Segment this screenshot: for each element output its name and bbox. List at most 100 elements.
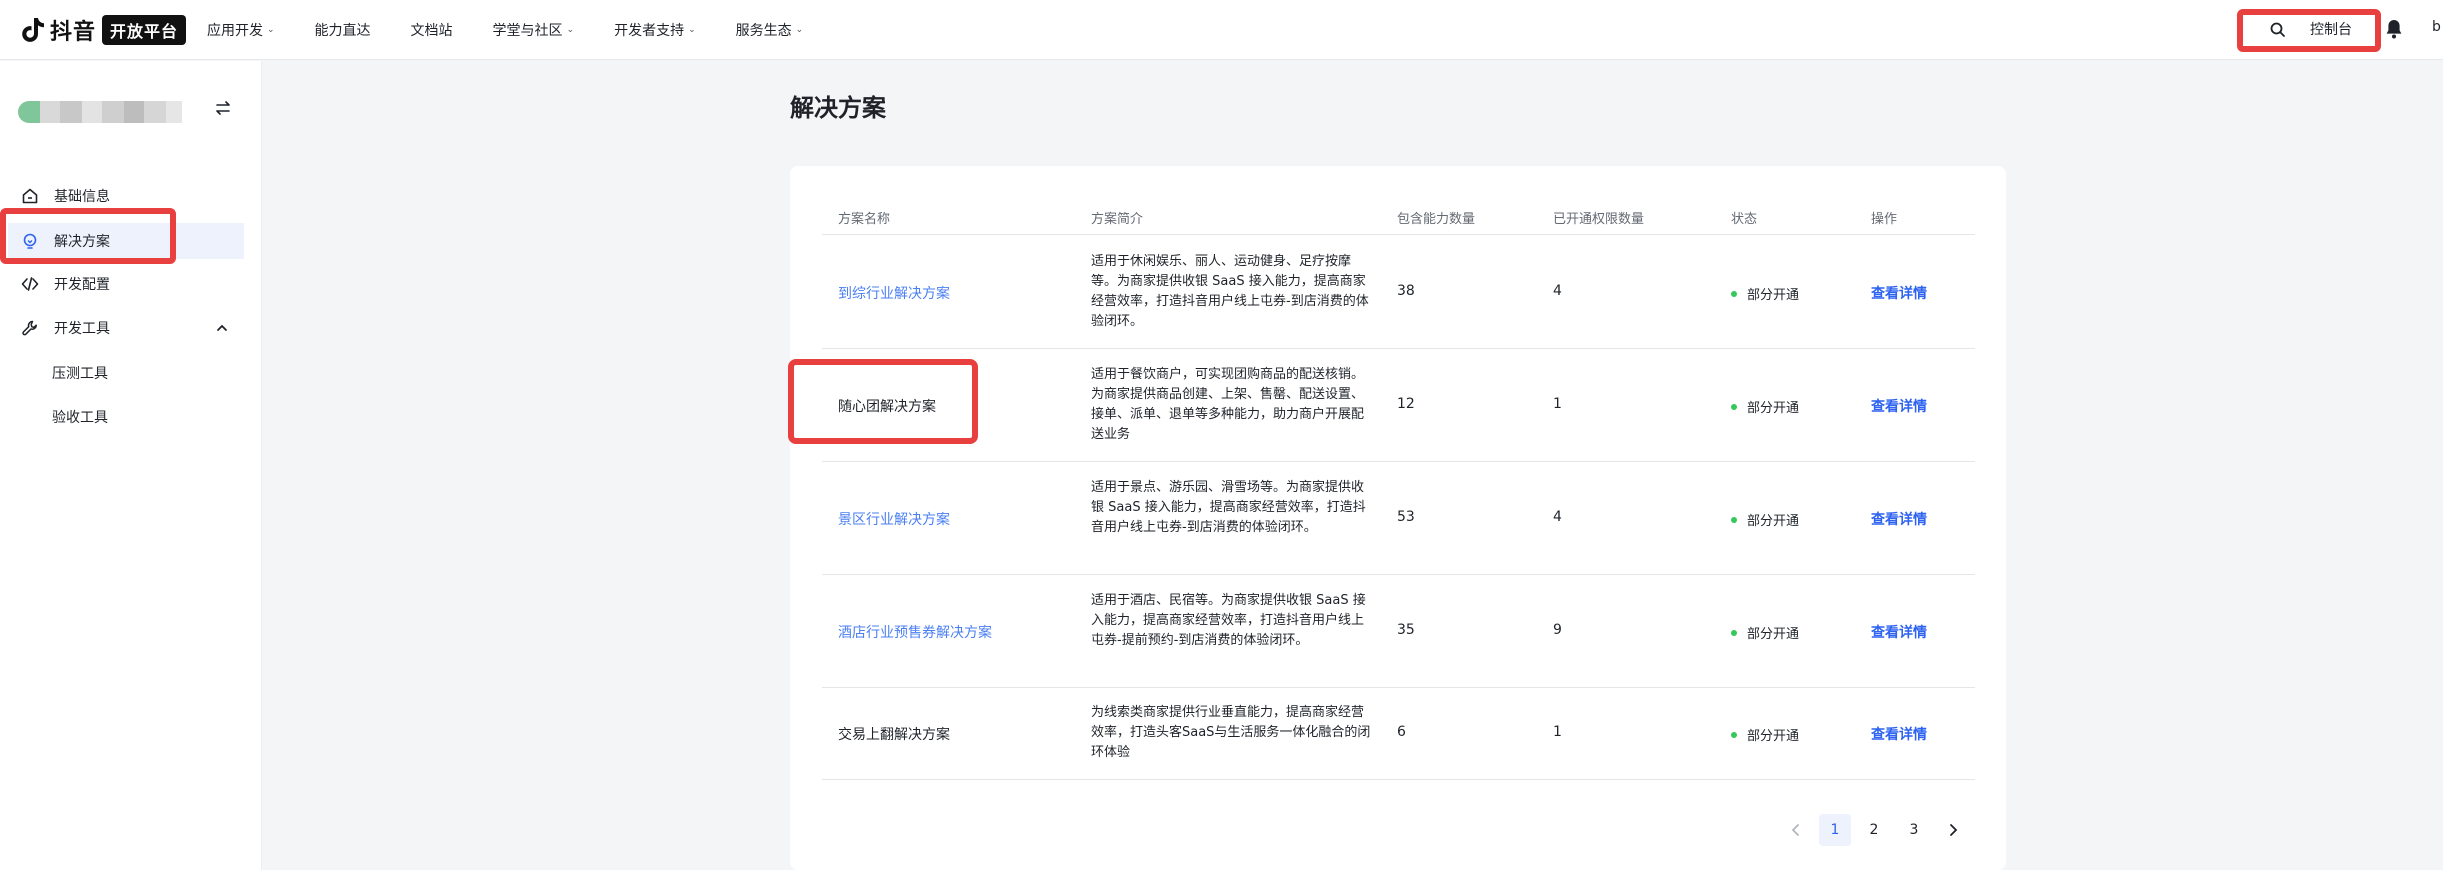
nav-label: 应用开发 (207, 23, 263, 39)
bell-icon[interactable] (2384, 18, 2404, 40)
col-header-status: 状态 (1731, 212, 1758, 227)
brand-name: 抖音 (50, 20, 97, 45)
row-divider (822, 687, 1975, 688)
chevron-up-icon[interactable] (214, 320, 230, 336)
status-badge: 部分开通 (1731, 284, 1799, 303)
view-detail-link[interactable]: 查看详情 (1871, 283, 1927, 303)
chevron-down-icon: ⌄ (267, 25, 275, 35)
main-nav: 应用开发 ⌄ 能力直达 文档站 学堂与社区 ⌄ 开发者支持 ⌄ 服务生态 ⌄ (207, 0, 843, 60)
chevron-down-icon: ⌄ (688, 25, 696, 35)
row-highlight-box (788, 359, 978, 444)
chevron-right-icon (1950, 824, 1958, 836)
status-badge: 部分开通 (1731, 725, 1799, 744)
status-label: 部分开通 (1747, 401, 1800, 416)
sidebar-item-label: 基础信息 (54, 189, 110, 205)
solution-desc: 适用于餐饮商户，可实现团购商品的配送核销。为商家提供商品创建、上架、售罄、配送设… (1091, 367, 1365, 442)
nav-label: 服务生态 (735, 23, 792, 39)
pagination-next[interactable] (1937, 814, 1969, 846)
nav-label: 能力直达 (314, 23, 371, 39)
ability-count: 12 (1397, 396, 1415, 412)
switch-app-icon[interactable] (212, 97, 234, 119)
solutions-highlight-box (0, 208, 176, 264)
nav-docs[interactable]: 文档站 (411, 20, 453, 40)
ability-count: 53 (1397, 509, 1415, 525)
chevron-down-icon: ⌄ (566, 25, 575, 35)
solution-desc: 为线索类商家提供行业垂直能力，提高商家经营效率，打造头客SaaS与生活服务一体化… (1091, 705, 1371, 760)
solution-name[interactable]: 交易上翻解决方案 (838, 724, 950, 744)
sidebar-item-label: 开发工具 (54, 321, 110, 337)
douyin-logo[interactable]: 抖音 开放平台 (20, 14, 187, 46)
granted-count: 1 (1553, 396, 1562, 412)
console-link[interactable]: 控制台 (2310, 19, 2352, 39)
sidebar-item-dev-tools[interactable]: 开发工具 (8, 310, 244, 346)
solution-name-link[interactable]: 酒店行业预售券解决方案 (838, 622, 992, 642)
col-header-action: 操作 (1871, 212, 1898, 227)
chevron-left-icon (1791, 824, 1799, 836)
nav-academy[interactable]: 学堂与社区 ⌄ (493, 20, 575, 40)
status-label: 部分开通 (1747, 627, 1800, 642)
row-divider (822, 461, 1975, 462)
status-badge: 部分开通 (1731, 510, 1799, 529)
solution-desc: 适用于酒店、民宿等。为商家提供收银 SaaS 接入能力，提高商家经营效率，打造抖… (1091, 593, 1366, 648)
nav-ability[interactable]: 能力直达 (315, 20, 371, 40)
search-icon[interactable] (2268, 20, 2288, 40)
solution-desc: 适用于景点、游乐园、滑雪场等。为商家提供收银 SaaS 接入能力，提高商家经营效… (1091, 480, 1366, 535)
nav-dev-support[interactable]: 开发者支持 ⌄ (614, 20, 696, 40)
pagination-page-3[interactable]: 3 (1898, 814, 1930, 846)
status-badge: 部分开通 (1731, 623, 1799, 642)
ability-count: 6 (1397, 724, 1406, 740)
col-header-abilities: 包含能力数量 (1397, 212, 1476, 227)
status-label: 部分开通 (1747, 729, 1800, 744)
view-detail-link[interactable]: 查看详情 (1871, 622, 1927, 642)
col-header-desc: 方案简介 (1091, 212, 1144, 227)
nav-label: 开发者支持 (614, 23, 685, 39)
app-avatar-blurred[interactable] (18, 101, 182, 123)
col-header-name: 方案名称 (838, 212, 891, 227)
sidebar-item-dev-config[interactable]: 开发配置 (8, 266, 244, 302)
chevron-down-icon: ⌄ (795, 25, 804, 35)
granted-count: 4 (1553, 509, 1562, 525)
nav-app-dev[interactable]: 应用开发 ⌄ (207, 20, 275, 40)
view-detail-link[interactable]: 查看详情 (1871, 396, 1927, 416)
view-detail-link[interactable]: 查看详情 (1871, 724, 1927, 744)
granted-count: 4 (1553, 283, 1562, 299)
status-dot (1731, 403, 1737, 410)
ability-count: 35 (1397, 622, 1415, 638)
status-dot (1731, 516, 1737, 523)
page-title: 解决方案 (790, 94, 886, 122)
solution-desc: 适用于休闲娱乐、丽人、运动健身、足疗按摩等。为商家提供收银 SaaS 接入能力，… (1091, 254, 1369, 329)
granted-count: 9 (1553, 622, 1562, 638)
status-label: 部分开通 (1747, 514, 1800, 529)
code-icon (20, 274, 40, 294)
row-divider (822, 574, 1975, 575)
solution-name-link[interactable]: 景区行业解决方案 (838, 509, 950, 529)
solution-name-link[interactable]: 到综行业解决方案 (838, 283, 950, 303)
wrench-icon (20, 318, 40, 338)
home-icon (20, 186, 40, 206)
pagination-prev[interactable] (1780, 814, 1812, 846)
status-dot (1731, 731, 1737, 738)
douyin-note-icon (22, 18, 44, 42)
sidebar-subitem-load-test[interactable]: 压测工具 (52, 363, 108, 383)
brand-badge: 开放平台 (102, 15, 187, 45)
top-navbar: 抖音 开放平台 应用开发 ⌄ 能力直达 文档站 学堂与社区 ⌄ 开发者支持 ⌄ 服务生… (0, 0, 2443, 60)
ability-count: 38 (1397, 283, 1415, 299)
status-dot (1731, 290, 1737, 297)
pagination-page-2[interactable]: 2 (1858, 814, 1890, 846)
row-divider (822, 348, 1975, 349)
status-badge: 部分开通 (1731, 397, 1799, 416)
status-label: 部分开通 (1747, 288, 1800, 303)
nav-service-eco[interactable]: 服务生态 ⌄ (736, 20, 804, 40)
nav-label: 学堂与社区 (492, 23, 563, 39)
status-dot (1731, 629, 1737, 636)
view-detail-link[interactable]: 查看详情 (1871, 509, 1927, 529)
col-header-granted: 已开通权限数量 (1553, 212, 1645, 227)
user-name[interactable]: b (2432, 19, 2443, 35)
sidebar-item-label: 开发配置 (54, 277, 110, 293)
sidebar-subitem-acceptance[interactable]: 验收工具 (52, 407, 108, 427)
nav-label: 文档站 (410, 23, 453, 39)
row-divider (822, 779, 1975, 780)
granted-count: 1 (1553, 724, 1562, 740)
pagination-page-1[interactable]: 1 (1819, 814, 1851, 846)
console-highlight-box (2237, 9, 2381, 52)
